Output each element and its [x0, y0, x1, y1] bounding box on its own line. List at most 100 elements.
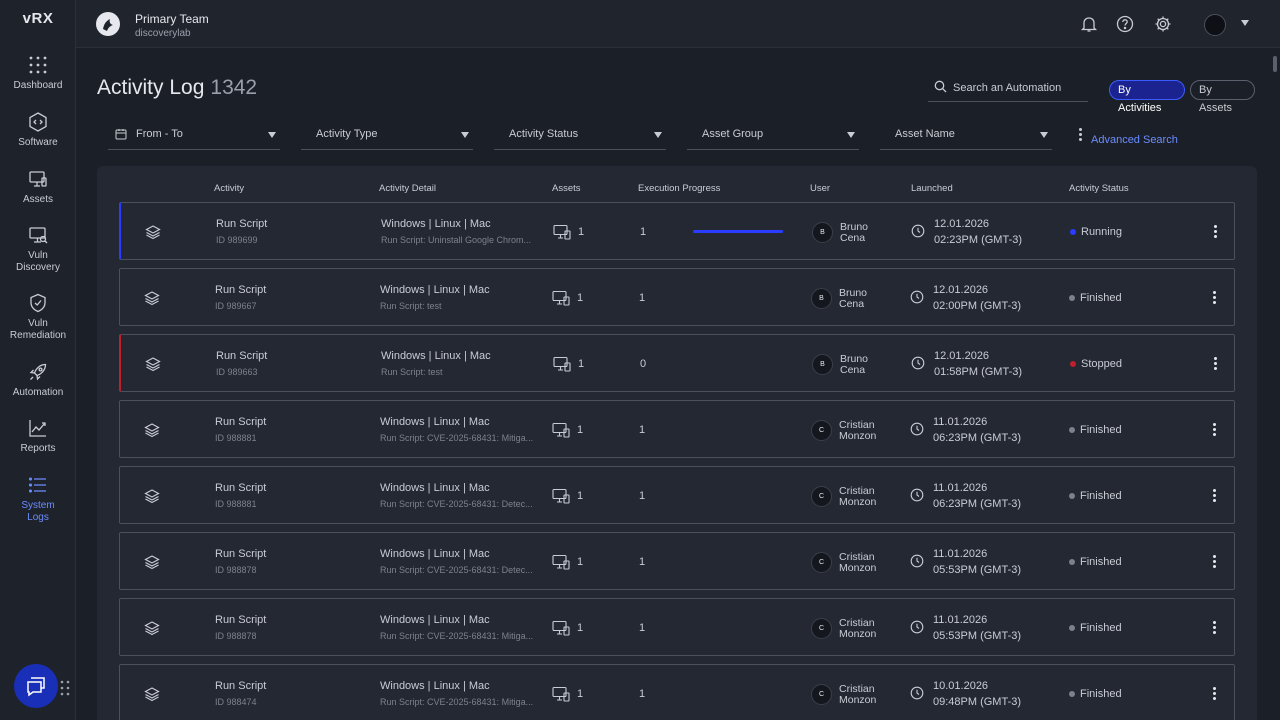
table-row[interactable]: Run Script ID 989663 Windows | Linux | Mac…	[119, 334, 1235, 392]
column-header-activity-detail[interactable]: Activity Detail	[379, 183, 436, 194]
row-menu-icon[interactable]	[1214, 225, 1218, 240]
user-avatar: B	[812, 222, 833, 243]
status-badge: Finished	[1080, 688, 1122, 700]
search-box[interactable]	[928, 74, 1088, 102]
gear-icon[interactable]	[1154, 15, 1172, 33]
activity-detail-sub: Run Script: test	[380, 301, 442, 311]
assets-count: 1	[577, 424, 584, 436]
row-menu-icon[interactable]	[1213, 555, 1217, 570]
table-row[interactable]: Run Script ID 988878 Windows | Linux | Mac…	[119, 598, 1235, 656]
org-name: discoverylab	[135, 28, 191, 39]
activity-detail: Windows | Linux | Mac	[381, 350, 491, 362]
activity-detail: Windows | Linux | Mac	[380, 284, 490, 296]
shield-icon	[30, 293, 46, 313]
user-last-name: Cena	[840, 364, 866, 376]
launched-date: 11.01.2026	[933, 548, 988, 560]
sidebar-item-label: Vuln	[28, 250, 48, 261]
table-row[interactable]: Run Script ID 989699 Windows | Linux | Mac…	[119, 202, 1235, 260]
status-dot	[1069, 295, 1075, 301]
table-row[interactable]: Run Script ID 988881 Windows | Linux | Mac…	[119, 466, 1235, 524]
user-avatar[interactable]	[1204, 14, 1226, 36]
table-row[interactable]: Run Script ID 988474 Windows | Linux | Mac…	[119, 664, 1235, 720]
user-name: Cristian Monzon	[839, 552, 899, 574]
chat-button[interactable]	[14, 664, 58, 708]
launched-time: 05:53PM (GMT-3)	[933, 564, 1022, 576]
launched-date: 11.01.2026	[933, 614, 988, 626]
sidebar-item-software[interactable]: Software	[0, 112, 76, 149]
chevron-down-icon[interactable]	[1241, 20, 1249, 26]
activity-name: Run Script	[216, 218, 268, 230]
clock-icon	[910, 620, 924, 634]
help-icon[interactable]	[1116, 15, 1134, 33]
sidebar-item-dashboard[interactable]: Dashboard	[0, 55, 76, 92]
sidebar-item-label: Vuln	[28, 318, 48, 329]
execution-count: 1	[639, 292, 646, 304]
column-header-launched[interactable]: Launched	[911, 183, 953, 194]
monitor-icon	[552, 488, 570, 504]
asset-group-filter[interactable]: Asset Group	[687, 120, 859, 150]
activity-name: Run Script	[216, 350, 268, 362]
table-row[interactable]: Run Script ID 988881 Windows | Linux | Mac…	[119, 400, 1235, 458]
assets-count: 1	[577, 688, 584, 700]
team-name[interactable]: Primary Team	[135, 12, 209, 26]
clock-icon	[911, 356, 925, 370]
execution-count: 1	[639, 622, 646, 634]
chart-icon	[29, 420, 46, 437]
activity-detail-sub: Run Script: CVE-2025-68431: Detec...	[380, 499, 533, 509]
row-menu-icon[interactable]	[1213, 621, 1217, 636]
assets-count: 1	[577, 292, 584, 304]
layers-icon	[144, 291, 160, 306]
sidebar-item-reports[interactable]: Reports	[0, 418, 76, 455]
by-assets-button[interactable]: By Assets	[1190, 80, 1255, 114]
search-input[interactable]	[953, 78, 1083, 98]
row-menu-icon[interactable]	[1213, 291, 1217, 306]
launched-date: 10.01.2026	[933, 680, 989, 692]
user-avatar: B	[812, 354, 833, 375]
user-name: Bruno Cena	[839, 288, 899, 310]
monitor-icon	[552, 686, 570, 702]
clock-icon	[910, 554, 924, 568]
drag-handle-icon[interactable]	[60, 680, 70, 696]
sidebar-item-assets[interactable]: Assets	[0, 169, 76, 206]
activity-detail: Windows | Linux | Mac	[381, 218, 491, 230]
activity-id: ID 988878	[215, 565, 257, 575]
date-range-filter[interactable]: From - To	[108, 120, 280, 150]
execution-count: 1	[639, 556, 646, 568]
column-header-activity-status[interactable]: Activity Status	[1069, 183, 1129, 194]
column-header-activity[interactable]: Activity	[214, 183, 244, 194]
sidebar-item-automation[interactable]: Automation	[0, 362, 76, 399]
sidebar-item-vuln-remediation[interactable]: Vuln Remediation	[0, 293, 76, 342]
sidebar-item-system-logs[interactable]: System Logs	[0, 475, 76, 524]
column-header-user[interactable]: User	[810, 183, 830, 194]
column-header-assets[interactable]: Assets	[552, 183, 581, 194]
bell-icon[interactable]	[1080, 15, 1098, 33]
row-menu-icon[interactable]	[1214, 357, 1218, 372]
sidebar-item-label: Software	[18, 137, 58, 148]
activity-name: Run Script	[215, 548, 267, 560]
table-row[interactable]: Run Script ID 989667 Windows | Linux | Mac…	[119, 268, 1235, 326]
caret-down-icon	[1040, 132, 1048, 138]
asset-name-filter[interactable]: Asset Name	[880, 120, 1052, 150]
caret-down-icon	[268, 132, 276, 138]
user-avatar: B	[811, 288, 832, 309]
column-header-execution-progress[interactable]: Execution Progress	[638, 183, 720, 194]
app-window: vRX Dashboard Software Assets Vuln Disco…	[0, 0, 1280, 720]
activity-id: ID 989667	[215, 301, 257, 311]
user-name: Bruno Cena	[840, 354, 900, 376]
advanced-search-link[interactable]: Advanced Search	[1079, 128, 1178, 146]
assets-count: 1	[577, 556, 584, 568]
row-menu-icon[interactable]	[1213, 423, 1217, 438]
sidebar-item-vuln-discovery[interactable]: Vuln Discovery	[0, 225, 76, 274]
progress-bar	[693, 230, 783, 233]
scrollbar[interactable]	[1273, 56, 1277, 72]
activity-type-filter[interactable]: Activity Type	[301, 120, 473, 150]
by-activities-button[interactable]: By Activities	[1109, 80, 1185, 114]
user-avatar: C	[811, 552, 832, 573]
monitor-icon	[552, 422, 570, 438]
user-last-name: Monzon	[839, 562, 877, 574]
activity-status-filter[interactable]: Activity Status	[494, 120, 666, 150]
row-menu-icon[interactable]	[1213, 489, 1217, 504]
monitor-icon	[553, 356, 571, 372]
table-row[interactable]: Run Script ID 988878 Windows | Linux | Mac…	[119, 532, 1235, 590]
row-menu-icon[interactable]	[1213, 687, 1217, 702]
